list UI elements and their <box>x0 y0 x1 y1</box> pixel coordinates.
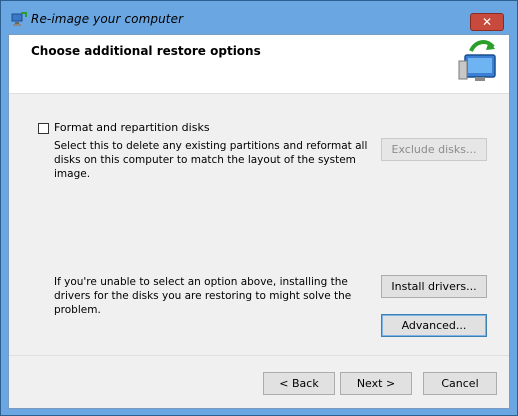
close-icon: ✕ <box>481 15 493 29</box>
computer-icon <box>11 12 27 26</box>
title-bar[interactable]: Re-image your computer ✕ <box>1 1 517 35</box>
next-button[interactable]: Next > <box>340 372 412 395</box>
close-button[interactable]: ✕ <box>470 13 504 31</box>
footer-divider <box>9 355 509 356</box>
format-checkbox-label[interactable]: Format and repartition disks <box>54 121 210 134</box>
format-description: Select this to delete any existing parti… <box>54 140 368 180</box>
page-title: Choose additional restore options <box>31 44 261 58</box>
window-title: Re-image your computer <box>31 12 184 26</box>
drivers-description: If you're unable to select an option abo… <box>54 276 352 316</box>
format-checkbox[interactable] <box>38 123 49 134</box>
exclude-disks-button[interactable]: Exclude disks... <box>381 138 487 161</box>
cancel-button[interactable]: Cancel <box>423 372 497 395</box>
back-button[interactable]: < Back <box>263 372 335 395</box>
dialog-window: Re-image your computer ✕ Choose addition… <box>0 0 518 416</box>
dialog-header: Choose additional restore options <box>9 35 509 94</box>
install-drivers-button[interactable]: Install drivers... <box>381 275 487 298</box>
dialog-content: Choose additional restore options Format… <box>8 34 510 409</box>
advanced-button[interactable]: Advanced... <box>381 314 487 337</box>
restore-computer-icon <box>458 40 496 81</box>
